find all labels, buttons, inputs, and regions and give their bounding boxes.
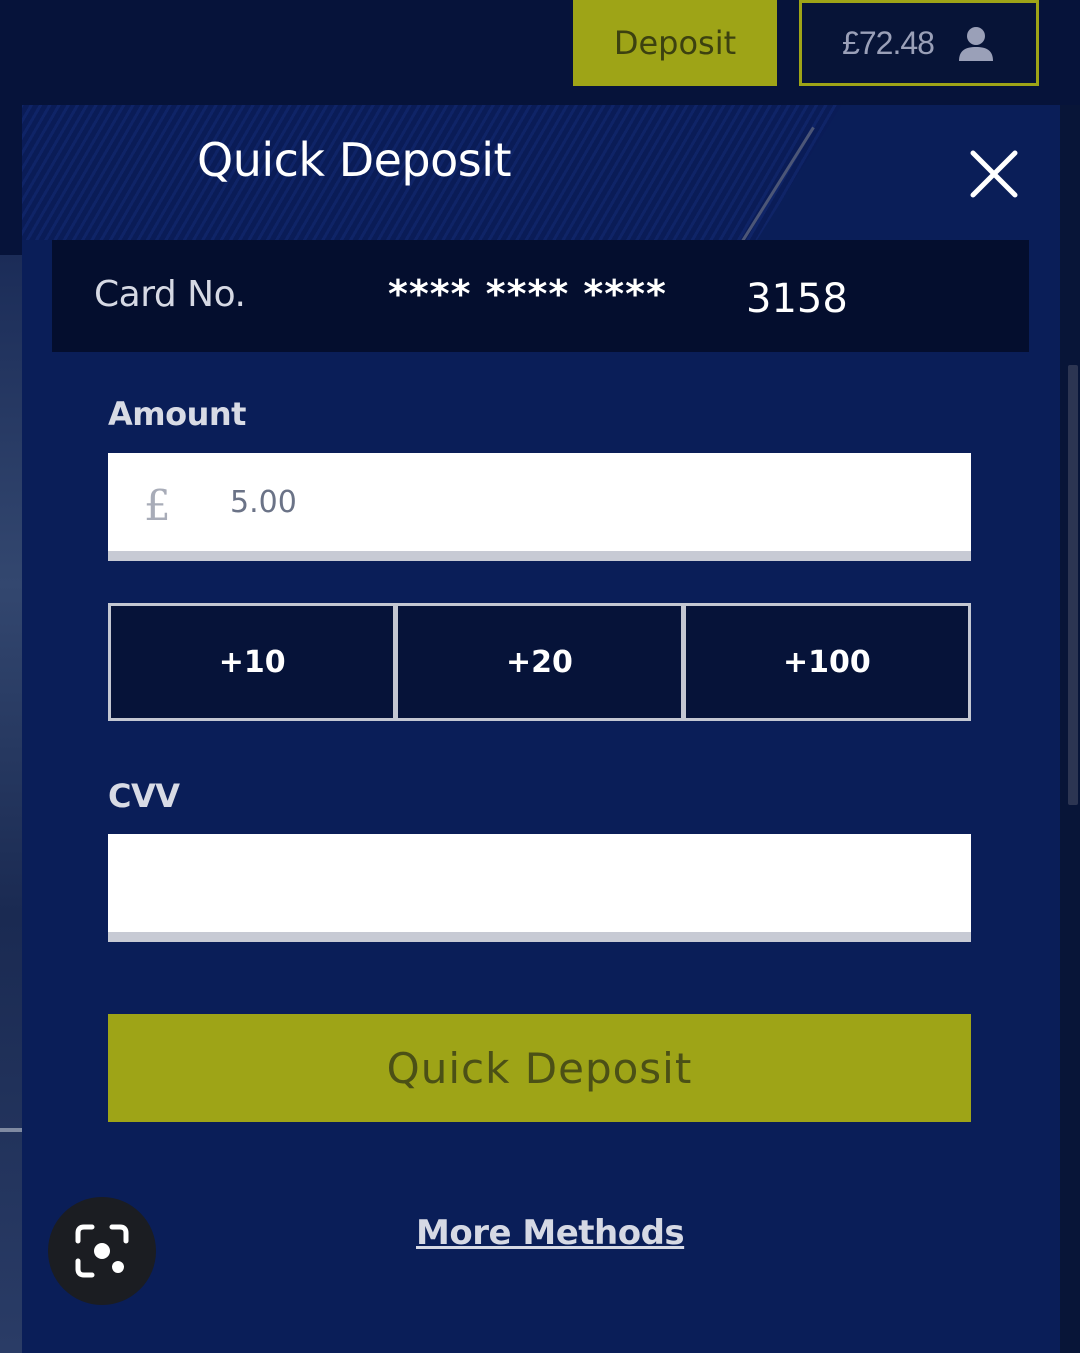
account-balance-button[interactable]: £72.48 (799, 0, 1039, 86)
card-last-four: 3158 (746, 276, 848, 322)
balance-amount: £72.48 (842, 24, 935, 61)
top-bar: Deposit £72.48 (0, 0, 1080, 105)
background-divider (0, 1128, 22, 1132)
currency-symbol: £ (144, 481, 171, 530)
quick-deposit-modal: Quick Deposit Card No. **** **** **** 31… (22, 105, 1060, 1353)
card-number-label: Card No. (94, 274, 246, 315)
amount-field[interactable]: £ (108, 453, 971, 561)
visual-search-icon (75, 1224, 129, 1278)
add-100-button[interactable]: +100 (682, 603, 971, 721)
amount-input[interactable] (228, 471, 932, 533)
modal-title: Quick Deposit (197, 133, 512, 187)
visual-search-button[interactable] (48, 1197, 156, 1305)
more-methods-link[interactable]: More Methods (416, 1213, 685, 1253)
background-page (0, 255, 22, 1353)
background-scrollbar[interactable] (1068, 365, 1078, 805)
cvv-input[interactable] (128, 852, 952, 914)
add-10-button[interactable]: +10 (108, 603, 397, 721)
cvv-field[interactable] (108, 834, 971, 942)
modal-header: Quick Deposit (22, 105, 1060, 264)
card-number-row: Card No. **** **** **** 3158 (52, 240, 1029, 352)
close-button[interactable] (967, 147, 1021, 201)
user-icon (958, 27, 993, 61)
quick-amount-buttons: +10 +20 +100 (108, 603, 971, 721)
amount-label: Amount (108, 395, 246, 433)
quick-deposit-submit-button[interactable]: Quick Deposit (108, 1014, 971, 1122)
cvv-label: CVV (108, 777, 180, 815)
deposit-button[interactable]: Deposit (573, 0, 777, 86)
card-number-mask: **** **** **** (388, 272, 667, 316)
background-right-edge (1060, 105, 1080, 1353)
close-icon (970, 150, 1018, 198)
add-20-button[interactable]: +20 (395, 603, 684, 721)
